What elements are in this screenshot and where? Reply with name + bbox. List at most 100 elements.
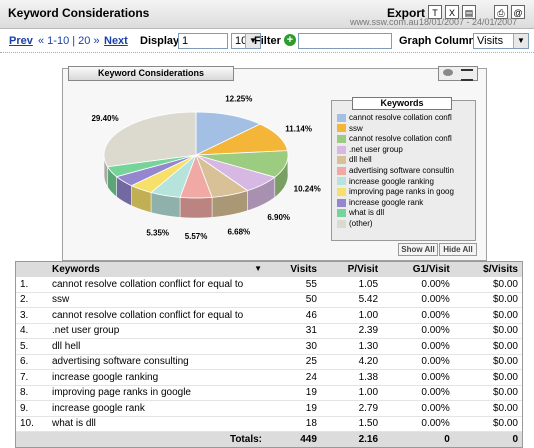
table-row[interactable]: 1. cannot resolve collation conflict for … <box>16 277 522 293</box>
keywords-table: Keywords ▼ Visits P/Visit G1/Visit $/Vis… <box>15 261 523 448</box>
table-row[interactable]: 10. what is dll 18 1.50 0.00% $0.00 <box>16 416 522 432</box>
col-pvisit-header[interactable]: P/Visit <box>320 262 383 277</box>
table-row[interactable]: 7. increase google ranking 24 1.38 0.00% $0.0… <box>16 369 522 386</box>
totals-label: Totals: <box>48 431 266 447</box>
row-dollarvisit: $0.00 <box>453 369 522 386</box>
filter-label: Filter <box>254 35 281 47</box>
table-row[interactable]: 2. ssw 50 5.42 0.00% $0.00 <box>16 292 522 308</box>
row-keyword[interactable]: improving page ranks in google <box>48 385 266 401</box>
graph-column-label: Graph Column <box>399 35 476 47</box>
table-header-row: Keywords ▼ Visits P/Visit G1/Visit $/Vis… <box>16 262 522 277</box>
pie-percent-label: 10.24% <box>294 184 321 193</box>
col-dollarvisit-header[interactable]: $/Visits <box>453 262 522 277</box>
legend-item[interactable]: cannot resolve collation confl <box>337 134 470 144</box>
sort-down-icon[interactable]: ▼ <box>254 264 262 273</box>
legend-item[interactable]: increase google ranking <box>337 177 470 187</box>
col-rank-header <box>16 262 48 277</box>
legend-item[interactable]: cannot resolve collation confl <box>337 113 470 123</box>
row-dollarvisit: $0.00 <box>453 307 522 324</box>
legend-item[interactable]: improving page ranks in goog <box>337 187 470 197</box>
row-visits: 25 <box>266 354 321 370</box>
pie-percent-label: 6.68% <box>227 228 250 237</box>
row-g1visit: 0.00% <box>382 292 454 308</box>
table-row[interactable]: 9. increase google rank 19 2.79 0.00% $0.00 <box>16 400 522 417</box>
legend-item[interactable]: .net user group <box>337 145 470 155</box>
row-visits: 18 <box>266 416 321 432</box>
col-g1visit-header[interactable]: G1/Visit <box>382 262 454 277</box>
next-link[interactable]: Next <box>104 35 128 47</box>
legend-item[interactable]: advertising software consultin <box>337 166 470 176</box>
row-keyword[interactable]: advertising software consulting <box>48 354 266 370</box>
row-g1visit: 0.00% <box>382 277 454 293</box>
legend-swatch <box>337 145 346 154</box>
table-row[interactable]: 3. cannot resolve collation conflict for … <box>16 307 522 324</box>
pie-percent-label: 12.25% <box>225 94 252 103</box>
page-info: « 1-10 | 20 » <box>38 35 100 47</box>
display-page-input[interactable]: 1 <box>178 33 228 49</box>
legend-item[interactable]: what is dll <box>337 208 470 218</box>
pie-chart-icon[interactable] <box>443 69 453 76</box>
pie-percent-label: 5.57% <box>185 232 208 241</box>
row-rank: 5. <box>16 338 48 355</box>
graph-column-select[interactable]: Visits ▼ <box>473 33 529 49</box>
show-all-button[interactable]: Show All <box>398 243 438 256</box>
row-keyword[interactable]: increase google rank <box>48 400 266 417</box>
col-keywords-header[interactable]: Keywords ▼ <box>48 262 266 277</box>
add-filter-icon[interactable]: + <box>284 34 296 46</box>
legend-swatch <box>337 135 346 144</box>
row-keyword[interactable]: what is dll <box>48 416 266 432</box>
chart-type-toggle[interactable] <box>438 66 478 81</box>
row-dollarvisit: $0.00 <box>453 354 522 370</box>
row-pvisit: 1.30 <box>320 338 383 355</box>
totals-visits: 449 <box>266 431 321 447</box>
row-keyword[interactable]: cannot resolve collation conflict for eq… <box>48 307 266 324</box>
table-row[interactable]: 5. dll hell 30 1.30 0.00% $0.00 <box>16 338 522 355</box>
row-pvisit: 1.38 <box>320 369 383 386</box>
row-dollarvisit: $0.00 <box>453 400 522 417</box>
row-pvisit: 5.42 <box>320 292 383 308</box>
row-dollarvisit: $0.00 <box>453 277 522 293</box>
legend-item[interactable]: ssw <box>337 124 470 134</box>
filter-input[interactable] <box>298 33 392 49</box>
col-visits-header[interactable]: Visits <box>266 262 321 277</box>
row-keyword[interactable]: .net user group <box>48 323 266 339</box>
pie-percent-label: 6.90% <box>267 213 290 222</box>
legend-label: increase google ranking <box>349 176 434 186</box>
pie-slice-side <box>179 197 213 219</box>
row-visits: 55 <box>266 277 321 293</box>
legend-item[interactable]: increase google rank <box>337 198 470 208</box>
row-pvisit: 1.50 <box>320 416 383 432</box>
hide-all-button[interactable]: Hide All <box>439 243 477 256</box>
legend-label: ssw <box>349 123 363 133</box>
row-keyword[interactable]: cannot resolve collation conflict for eq… <box>48 277 266 293</box>
row-pvisit: 2.39 <box>320 323 383 339</box>
prev-link[interactable]: Prev <box>9 35 33 47</box>
row-pvisit: 4.20 <box>320 354 383 370</box>
row-dollarvisit: $0.00 <box>453 416 522 432</box>
legend-label: increase google rank <box>349 197 424 207</box>
row-pvisit: 1.00 <box>320 307 383 324</box>
row-g1visit: 0.00% <box>382 307 454 324</box>
row-keyword[interactable]: ssw <box>48 292 266 308</box>
pie-percent-label: 29.40% <box>91 114 118 123</box>
row-keyword[interactable]: increase google ranking <box>48 369 266 386</box>
legend-label: dll hell <box>349 155 372 165</box>
legend-label: (other) <box>349 219 373 228</box>
table-row[interactable]: 4. .net user group 31 2.39 0.00% $0.00 <box>16 323 522 339</box>
legend-item[interactable]: dll hell <box>337 155 470 165</box>
legend-label: cannot resolve collation confl <box>349 134 452 144</box>
row-pvisit: 1.05 <box>320 277 383 293</box>
legend-item[interactable]: (other) <box>337 219 470 229</box>
chart-panel: Keyword Considerations 12.25% 11.14% 10.24… <box>62 66 487 261</box>
legend-label: what is dll <box>349 208 385 218</box>
row-dollarvisit: $0.00 <box>453 385 522 401</box>
legend-swatch <box>337 198 346 207</box>
bar-chart-icon[interactable] <box>461 69 473 81</box>
table-row[interactable]: 6. advertising software consulting 25 4.20 0… <box>16 354 522 370</box>
table-row[interactable]: 8. improving page ranks in google 19 1.00 0.… <box>16 385 522 401</box>
subbar: www.ssw.com.au 18/01/2007 - 24/01/2007 <box>0 17 534 29</box>
chevron-down-icon[interactable]: ▼ <box>513 34 528 48</box>
totals-spacer <box>16 431 48 447</box>
row-keyword[interactable]: dll hell <box>48 338 266 355</box>
totals-row: Totals: 449 2.16 0 0 <box>16 431 522 447</box>
